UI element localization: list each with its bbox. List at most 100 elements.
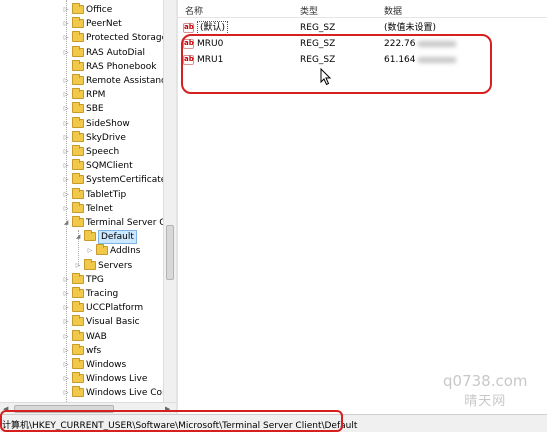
- folder-icon: [84, 258, 96, 270]
- tree-item[interactable]: ▷ wfs: [0, 343, 163, 358]
- string-value-icon: ab: [183, 23, 194, 33]
- tree-item[interactable]: ▷ Remote Assistance: [0, 74, 163, 88]
- tree-item-label: TabletTip: [86, 189, 127, 200]
- registry-key-tree[interactable]: ▷ Office ▷ PeerNet ▷ Protected Storage ▷ RAS Au…: [0, 0, 163, 402]
- tree-item-label: SystemCertificates: [86, 175, 163, 186]
- column-header-name[interactable]: 名称: [185, 4, 203, 17]
- tree-item[interactable]: ▷ Servers: [0, 258, 163, 273]
- tree-item[interactable]: ▷ PeerNet: [0, 17, 163, 31]
- expand-arrow-icon[interactable]: ▷: [62, 91, 70, 99]
- expand-arrow-icon[interactable]: ▷: [86, 247, 94, 255]
- expand-arrow-icon[interactable]: ▷: [62, 162, 70, 170]
- expand-arrow-icon[interactable]: ▷: [62, 290, 70, 298]
- column-header-data[interactable]: 数据: [384, 4, 402, 17]
- expand-arrow-icon[interactable]: ▷: [62, 304, 70, 312]
- tree-item[interactable]: ▷ Windows Live: [0, 372, 163, 386]
- folder-icon: [72, 201, 84, 213]
- tree-scrollbar-thumb[interactable]: [166, 225, 174, 280]
- expand-arrow-icon[interactable]: ▷: [62, 389, 70, 397]
- column-header-type[interactable]: 类型: [300, 4, 318, 17]
- collapse-arrow-icon[interactable]: ◢: [74, 233, 82, 241]
- expand-arrow-icon[interactable]: ▷: [62, 77, 70, 85]
- expand-arrow-icon[interactable]: ▷: [62, 318, 70, 326]
- expand-arrow-icon[interactable]: ▷: [62, 148, 70, 156]
- folder-icon: [72, 59, 84, 71]
- expand-arrow-icon[interactable]: ▷: [62, 347, 70, 355]
- tree-item-label: SideShow: [86, 118, 130, 129]
- folder-icon: [72, 287, 84, 298]
- tree-item-label: SkyDrive: [86, 132, 126, 143]
- tree-item[interactable]: ▷ UCCPlatform: [0, 301, 163, 315]
- folder-icon: [72, 358, 84, 369]
- expand-arrow-icon[interactable]: ▷: [74, 262, 82, 270]
- folder-icon: [72, 88, 84, 100]
- mouse-cursor-icon: [320, 68, 332, 86]
- expand-arrow-icon[interactable]: ▷: [62, 276, 70, 284]
- folder-icon: [72, 301, 84, 313]
- tree-item-label: PeerNet: [86, 19, 122, 30]
- expand-arrow-icon[interactable]: ▷: [62, 205, 70, 213]
- expand-arrow-icon[interactable]: ▷: [62, 20, 70, 28]
- folder-icon: [72, 187, 84, 199]
- folder-icon: [72, 145, 84, 156]
- tree-item-label: Protected Storage: [86, 33, 163, 44]
- expand-arrow-icon[interactable]: ▷: [62, 134, 70, 142]
- tree-item[interactable]: ▷ WAB: [0, 329, 163, 344]
- expand-arrow-icon[interactable]: ▷: [62, 6, 70, 14]
- tree-item-label: SQMClient: [86, 161, 133, 172]
- tree-item[interactable]: ▷ RPM: [0, 88, 163, 102]
- folder-icon: [72, 216, 84, 227]
- tree-item[interactable]: ▷ Telnet: [0, 201, 163, 216]
- tree-item[interactable]: ▷ Tracing: [0, 287, 163, 301]
- tree-item[interactable]: ▷ Protected Storage: [0, 31, 163, 45]
- value-data-text: (数值未设置): [384, 23, 437, 33]
- folder-icon: [72, 386, 84, 398]
- tree-vertical-scrollbar[interactable]: [163, 0, 176, 402]
- expand-arrow-icon[interactable]: ▷: [62, 34, 70, 42]
- tree-item-label: Telnet: [86, 203, 113, 214]
- watermark-site-name: 晴天网: [464, 394, 507, 409]
- tree-item-label: RAS AutoDial: [86, 47, 145, 58]
- tree-item-label: Default: [98, 230, 137, 245]
- folder-icon: [72, 130, 84, 142]
- values-header: 名称 类型 数据: [178, 3, 547, 18]
- tree-item-label: WAB: [86, 331, 107, 342]
- tree-item[interactable]: ▷ Speech: [0, 145, 163, 159]
- expand-arrow-icon[interactable]: ▷: [62, 191, 70, 199]
- folder-icon: [96, 244, 108, 256]
- tree-item[interactable]: ◢ Terminal Server Cli: [0, 216, 163, 230]
- expand-arrow-icon[interactable]: ▷: [62, 176, 70, 184]
- folder-icon: [72, 3, 84, 14]
- tree-item[interactable]: ◢ Default: [0, 230, 163, 245]
- expand-arrow-icon[interactable]: ▷: [62, 361, 70, 369]
- expand-arrow-icon[interactable]: ▷: [62, 105, 70, 113]
- folder-icon: [72, 343, 84, 355]
- tree-item-label: Servers: [98, 260, 133, 271]
- tree-item[interactable]: ▷ SkyDrive: [0, 130, 163, 145]
- expand-arrow-icon[interactable]: ▷: [62, 49, 70, 57]
- tree-item[interactable]: ▷ SideShow: [0, 116, 163, 131]
- tree-item[interactable]: ▷ TPG: [0, 272, 163, 287]
- tree-item[interactable]: ▷ RAS AutoDial: [0, 45, 163, 60]
- collapse-arrow-icon[interactable]: ◢: [62, 219, 70, 227]
- tree-item-label: Office: [86, 5, 113, 15]
- watermark-domain: q0738.com: [443, 372, 528, 390]
- tree-item[interactable]: ▷ TabletTip: [0, 187, 163, 202]
- value-name: (默认): [197, 21, 229, 35]
- tree-item[interactable]: RAS Phonebook: [0, 59, 163, 74]
- folder-icon: [72, 159, 84, 171]
- tree-item[interactable]: ▷ Windows Live Cont: [0, 386, 163, 400]
- tree-item[interactable]: ▷ Office: [0, 3, 163, 17]
- expand-arrow-icon[interactable]: ▷: [62, 120, 70, 128]
- tree-item[interactable]: ▷ SystemCertificates: [0, 173, 163, 187]
- tree-item[interactable]: ▷ SBE: [0, 102, 163, 116]
- expand-arrow-icon[interactable]: ▷: [62, 375, 70, 383]
- tree-item[interactable]: ▷ SQMClient: [0, 159, 163, 173]
- tree-item[interactable]: ▷ AddIns: [0, 244, 163, 258]
- tree-item-label: Tracing: [86, 289, 119, 299]
- tree-item-label: RAS Phonebook: [86, 61, 157, 72]
- tree-item[interactable]: ▷ Windows: [0, 358, 163, 372]
- folder-icon: [72, 45, 84, 57]
- tree-item[interactable]: ▷ Visual Basic: [0, 315, 163, 329]
- expand-arrow-icon[interactable]: ▷: [62, 333, 70, 341]
